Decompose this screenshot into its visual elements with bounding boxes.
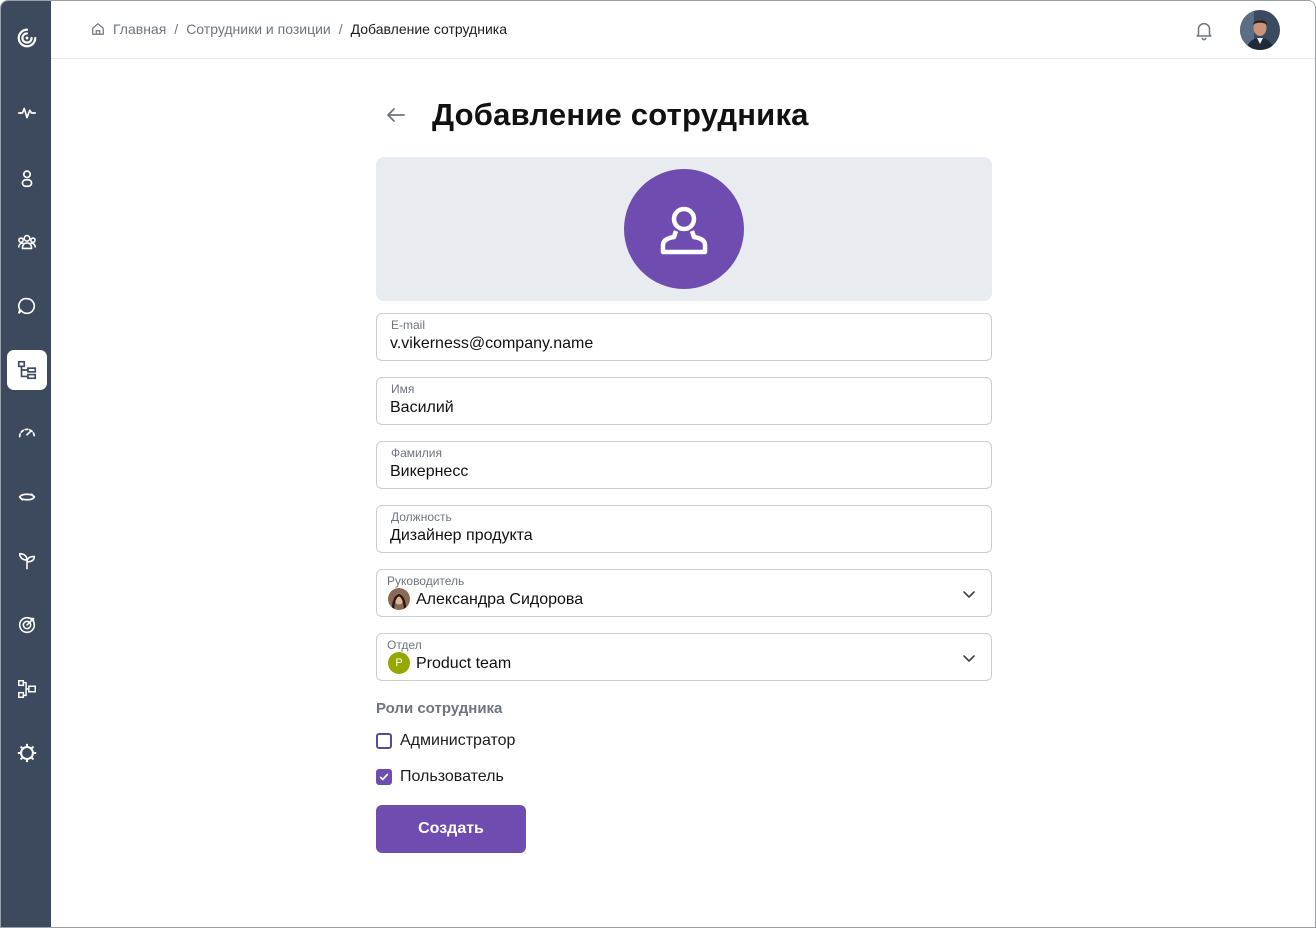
role-admin-checkbox[interactable]: [376, 733, 392, 749]
email-label: E-mail: [391, 318, 426, 332]
avatar[interactable]: [1240, 10, 1280, 50]
sync-icon[interactable]: [7, 477, 47, 517]
manager-label: Руководитель: [387, 574, 465, 588]
department-badge: P: [388, 652, 410, 674]
breadcrumb-current: Добавление сотрудника: [350, 21, 507, 37]
logo-spiral-icon[interactable]: [7, 18, 47, 58]
position-value[interactable]: Дизайнер продукта: [390, 527, 533, 545]
page-title: Добавление сотрудника: [432, 97, 809, 132]
roles-title: Роли сотрудника: [376, 700, 503, 717]
department-value: Product team: [416, 655, 512, 672]
role-user-option[interactable]: Пользователь: [376, 768, 504, 786]
chat-icon[interactable]: [7, 286, 47, 326]
pulse-icon[interactable]: [7, 93, 47, 133]
team-icon[interactable]: [7, 222, 47, 262]
breadcrumb: Главная / Сотрудники и позиции / Добавле…: [91, 21, 507, 37]
chevron-down-icon[interactable]: [961, 586, 977, 602]
email-field[interactable]: E-mail v.vikerness@company.name: [376, 313, 992, 361]
target-icon[interactable]: [7, 605, 47, 645]
department-label: Отдел: [387, 638, 422, 652]
email-value[interactable]: v.vikerness@company.name: [390, 335, 593, 353]
role-admin-label: Администратор: [400, 732, 516, 749]
sidebar: [1, 1, 51, 927]
first-name-value[interactable]: Василий: [390, 399, 454, 417]
manager-select[interactable]: Руководитель Александра Сидорова: [376, 569, 992, 617]
role-user-checkbox[interactable]: [376, 769, 392, 785]
role-admin-option[interactable]: Администратор: [376, 732, 515, 750]
checkmark-icon: [379, 773, 389, 781]
sprout-icon[interactable]: [7, 541, 47, 581]
back-arrow-icon[interactable]: [384, 103, 408, 127]
chevron-down-icon[interactable]: [961, 650, 977, 666]
workflow-icon[interactable]: [7, 669, 47, 709]
bell-icon[interactable]: [1193, 19, 1215, 41]
breadcrumb-separator: /: [338, 21, 343, 37]
manager-avatar: [388, 588, 410, 610]
breadcrumb-home-link[interactable]: Главная: [113, 21, 166, 37]
avatar-upload-area[interactable]: [376, 157, 992, 301]
last-name-label: Фамилия: [391, 446, 442, 460]
department-select[interactable]: Отдел P Product team: [376, 633, 992, 681]
org-structure-icon[interactable]: [7, 350, 47, 390]
last-name-field[interactable]: Фамилия Викернесс: [376, 441, 992, 489]
position-label: Должность: [391, 510, 452, 524]
breadcrumb-section-link[interactable]: Сотрудники и позиции: [186, 21, 331, 37]
top-bar: Главная / Сотрудники и позиции / Добавле…: [51, 1, 1315, 59]
app-window: Главная / Сотрудники и позиции / Добавле…: [0, 0, 1316, 928]
manager-value: Александра Сидорова: [416, 591, 584, 608]
first-name-label: Имя: [391, 382, 415, 396]
settings-icon[interactable]: [7, 733, 47, 773]
person-icon[interactable]: [7, 158, 47, 198]
user-placeholder-icon: [660, 206, 708, 255]
speedometer-icon[interactable]: [7, 413, 47, 453]
page-header: Добавление сотрудника: [376, 95, 809, 135]
position-field[interactable]: Должность Дизайнер продукта: [376, 505, 992, 553]
create-button[interactable]: Создать: [376, 805, 526, 853]
breadcrumb-separator: /: [174, 21, 179, 37]
home-icon: [92, 22, 104, 35]
avatar-placeholder[interactable]: [624, 169, 744, 289]
first-name-field[interactable]: Имя Василий: [376, 377, 992, 425]
last-name-value[interactable]: Викернесс: [390, 463, 468, 481]
role-user-label: Пользователь: [400, 768, 504, 785]
